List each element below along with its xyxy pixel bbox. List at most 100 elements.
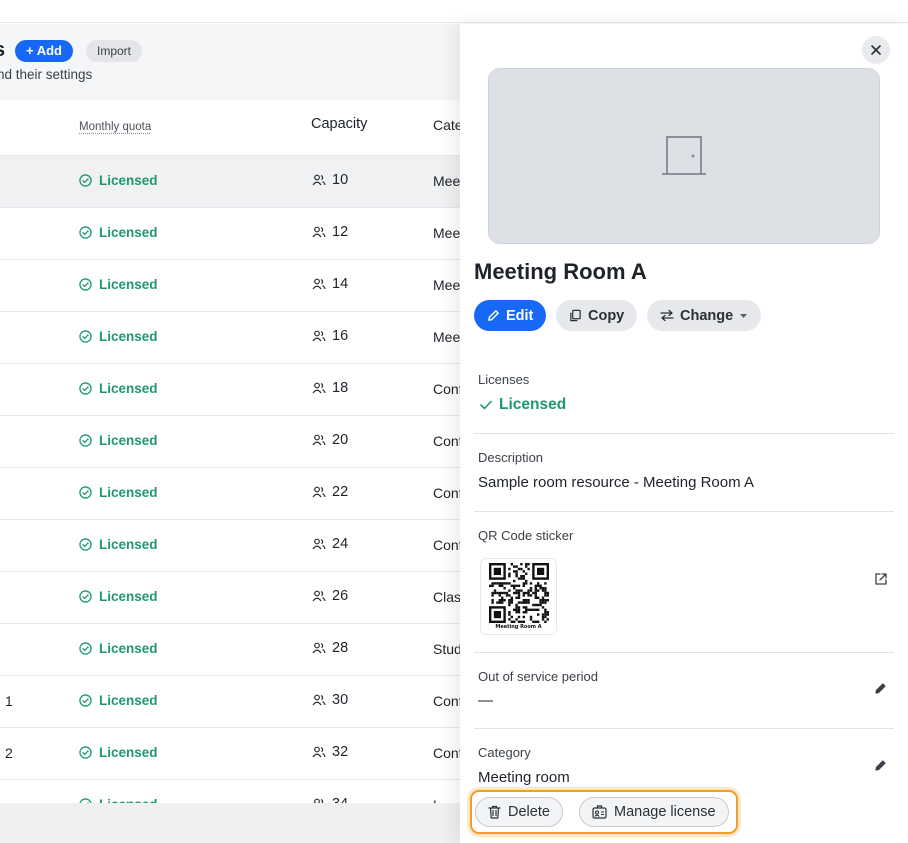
qr-module [514, 606, 518, 609]
copy-button[interactable]: Copy [556, 300, 638, 331]
qr-code-image [488, 563, 549, 623]
license-status-text: Licensed [99, 745, 158, 760]
import-button[interactable]: Import [86, 40, 143, 62]
category-cell: Conf [433, 433, 463, 449]
qr-module [529, 589, 532, 592]
people-icon [312, 746, 326, 758]
qr-code-sticker[interactable]: Meeting Room A [480, 558, 557, 635]
license-status: Licensed [79, 277, 158, 292]
external-link-icon [875, 573, 887, 585]
capacity-value: 14 [332, 276, 349, 292]
qr-module [514, 584, 518, 587]
id-badge-icon [592, 805, 607, 819]
license-status: Licensed [79, 537, 158, 552]
people-icon [312, 226, 326, 238]
capacity-value: 34 [332, 796, 348, 803]
qr-module [526, 563, 530, 566]
qr-module [517, 596, 520, 599]
column-header-capacity[interactable]: Capacity [311, 116, 367, 132]
license-status-text: Licensed [99, 225, 158, 240]
qr-module [538, 601, 542, 604]
qr-module [536, 584, 539, 587]
qr-module [500, 596, 503, 599]
capacity-value: 20 [332, 432, 349, 448]
capacity-cell: 14 [312, 276, 348, 292]
capacity-cell: 32 [312, 744, 348, 760]
panel-action-bar: Delete Manage license [470, 790, 738, 834]
qr-module [519, 620, 523, 623]
qr-module [517, 584, 520, 587]
add-button[interactable]: + Add [15, 40, 73, 62]
qr-module [541, 613, 544, 616]
qr-module [507, 567, 511, 571]
qr-module [510, 596, 513, 599]
qr-module [543, 620, 547, 623]
category-cell: Stud [433, 641, 462, 657]
qr-module [507, 582, 511, 585]
qr-module [546, 611, 549, 614]
qr-module [512, 608, 515, 611]
qr-module [524, 611, 527, 614]
qr-module [490, 601, 494, 604]
qr-module [507, 589, 511, 592]
qr-module [495, 582, 499, 585]
qr-module [498, 599, 501, 602]
change-dropdown-button[interactable]: Change [647, 300, 762, 331]
manage-license-button[interactable]: Manage license [579, 797, 729, 827]
capacity-cell: 26 [312, 588, 348, 604]
qr-module [543, 608, 547, 611]
open-external-button[interactable] [874, 572, 888, 589]
close-panel-button[interactable] [862, 36, 890, 64]
qr-module [512, 620, 515, 623]
qr-module [519, 577, 523, 580]
edit-category-button[interactable] [874, 759, 887, 775]
qr-module [493, 582, 496, 585]
qr-module [517, 620, 520, 623]
capacity-cell: 10 [312, 172, 348, 188]
qr-module [524, 591, 527, 595]
qr-module [546, 618, 549, 621]
qr-module [526, 601, 530, 604]
check-circle-icon [79, 746, 92, 759]
category-value: Meeting room [478, 769, 570, 786]
qr-module [519, 589, 523, 592]
qr-module [493, 589, 496, 592]
qr-module [500, 601, 503, 604]
license-status-text: Licensed [99, 693, 158, 708]
qr-module [522, 615, 525, 619]
qr-module [514, 618, 518, 621]
qr-module [536, 567, 544, 575]
qr-module [546, 591, 549, 595]
qr-module [517, 591, 520, 595]
pencil-icon [875, 760, 886, 771]
qr-module [524, 579, 527, 583]
license-status: Licensed [79, 329, 158, 344]
delete-button[interactable]: Delete [475, 797, 563, 827]
qr-module [502, 591, 506, 595]
category-cell: Conf [433, 745, 463, 761]
qr-module [507, 601, 511, 604]
qr-module [522, 606, 525, 609]
category-cell: Clas [433, 589, 462, 605]
qr-module [524, 606, 527, 609]
qr-module [522, 575, 525, 578]
qr-module [534, 591, 537, 595]
capacity-cell: 34 [312, 796, 348, 803]
qr-module [526, 589, 530, 592]
qr-module [490, 599, 494, 602]
qr-module [543, 582, 547, 585]
qr-module [490, 582, 494, 585]
qr-module [524, 572, 527, 575]
check-circle-icon [79, 382, 92, 395]
qr-module [536, 596, 539, 599]
license-status: Licensed [79, 745, 158, 760]
edit-button[interactable]: Edit [474, 300, 547, 331]
trash-icon [488, 805, 501, 819]
edit-out-of-service-button[interactable] [874, 682, 887, 698]
qr-module [529, 608, 532, 611]
column-header-monthly-quota[interactable]: Monthly quota [79, 121, 151, 133]
capacity-value: 26 [332, 588, 349, 604]
capacity-value: 16 [332, 328, 349, 344]
qr-module [536, 620, 539, 623]
qr-module [534, 587, 537, 590]
